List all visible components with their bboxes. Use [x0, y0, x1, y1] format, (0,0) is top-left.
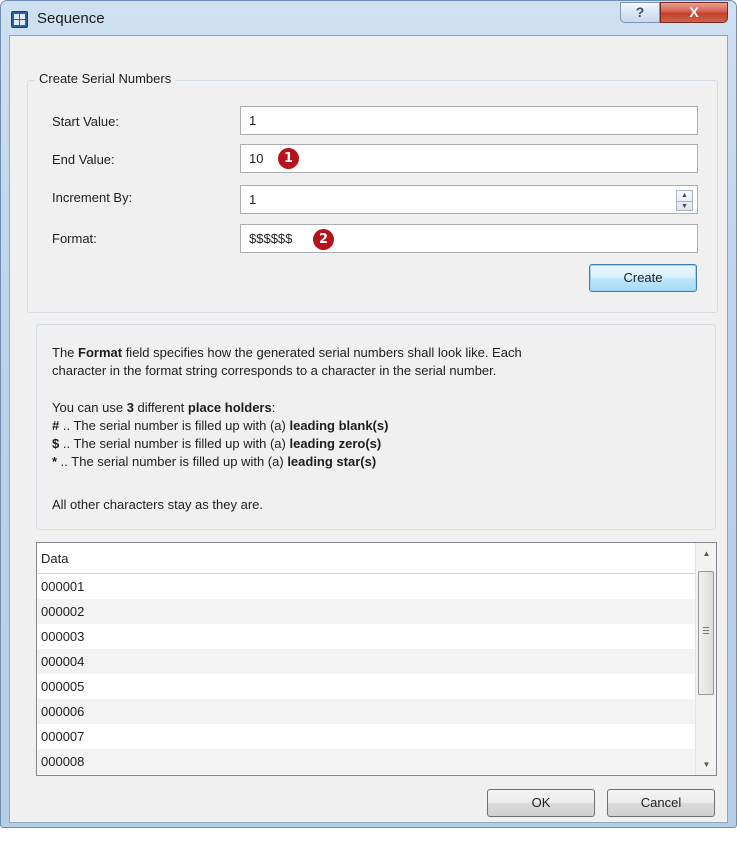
close-button[interactable]: X	[660, 2, 728, 23]
format-input[interactable]	[240, 224, 698, 253]
create-button[interactable]: Create	[589, 264, 697, 292]
table-row[interactable]: 000007	[37, 724, 695, 749]
placeholder-blank: # .. The serial number is filled up with…	[52, 418, 389, 433]
annotation-badge-1: 1	[278, 148, 299, 169]
data-grid[interactable]: Data 000001 000002 000003 000004 000005 …	[36, 542, 717, 776]
grid-rows: 000001 000002 000003 000004 000005 00000…	[37, 574, 695, 774]
table-row[interactable]: 000006	[37, 699, 695, 724]
placeholders-heading: You can use 3 different place holders:	[52, 400, 276, 415]
help-line-2: character in the format string correspon…	[52, 363, 497, 378]
grip-icon	[703, 627, 709, 636]
help-footer: All other characters stay as they are.	[52, 497, 263, 512]
table-row[interactable]: 000004	[37, 649, 695, 674]
scroll-down-icon[interactable]: ▼	[696, 754, 716, 775]
help-button[interactable]: ?	[620, 2, 660, 23]
group-title: Create Serial Numbers	[35, 71, 176, 86]
placeholder-zero: $ .. The serial number is filled up with…	[52, 436, 382, 451]
table-row[interactable]: 000003	[37, 624, 695, 649]
title-bar[interactable]: Sequence ? X	[1, 1, 736, 35]
table-row[interactable]: 000001	[37, 574, 695, 599]
spin-up-icon[interactable]: ▲	[677, 191, 692, 201]
table-row[interactable]: 000008	[37, 749, 695, 774]
start-value-label: Start Value:	[52, 114, 119, 129]
end-value-input[interactable]	[240, 144, 698, 173]
scroll-up-icon[interactable]: ▲	[696, 543, 716, 564]
column-header-data[interactable]: Data	[37, 543, 695, 574]
spin-down-icon[interactable]: ▼	[677, 201, 692, 211]
table-row[interactable]: 000005	[37, 674, 695, 699]
help-line-1: The Format field specifies how the gener…	[52, 345, 522, 360]
window-title: Sequence	[37, 10, 105, 27]
vertical-scrollbar[interactable]: ▲ ▼	[695, 543, 716, 775]
scroll-thumb[interactable]	[698, 571, 714, 695]
increment-spinner[interactable]: ▲ ▼	[676, 190, 693, 211]
app-icon	[11, 11, 28, 28]
format-label: Format:	[52, 231, 97, 246]
table-row[interactable]: 000002	[37, 599, 695, 624]
annotation-badge-2: 2	[313, 229, 334, 250]
ok-button[interactable]: OK	[487, 789, 595, 817]
placeholder-star: * .. The serial number is filled up with…	[52, 454, 377, 469]
increment-by-input[interactable]	[240, 185, 698, 214]
cancel-button[interactable]: Cancel	[607, 789, 715, 817]
end-value-label: End Value:	[52, 152, 115, 167]
increment-by-label: Increment By:	[52, 190, 133, 205]
start-value-input[interactable]	[240, 106, 698, 135]
